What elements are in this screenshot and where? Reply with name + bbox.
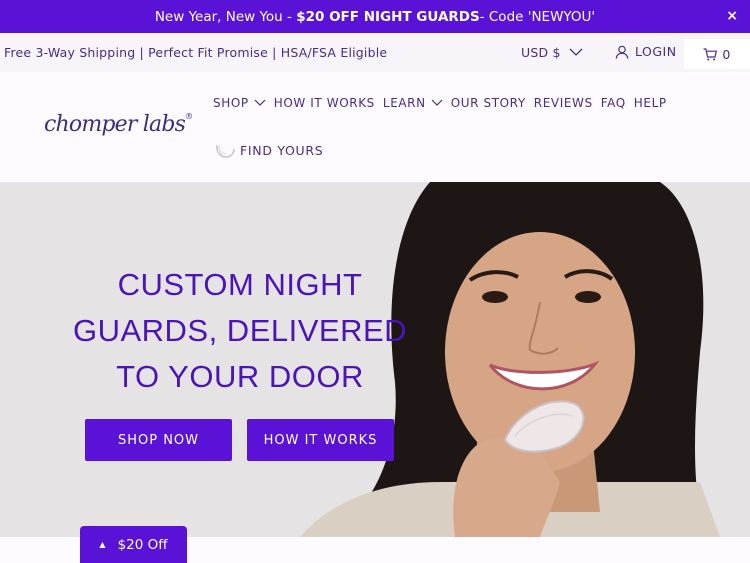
login-label: LOGIN (635, 44, 677, 59)
nav-item-how-it-works[interactable]: HOW IT WORKS (274, 96, 375, 110)
nav-label: HELP (633, 96, 667, 110)
announcement-highlight: $20 OFF NIGHT GUARDS (296, 8, 480, 25)
cart-icon (703, 47, 718, 60)
nav-item-our-story[interactable]: OUR STORY (451, 96, 526, 110)
nav-item-help[interactable]: HELP (634, 96, 667, 110)
nav-item-shop[interactable]: SHOP (213, 96, 266, 110)
close-icon[interactable]: × (726, 8, 738, 24)
how-it-works-button[interactable]: HOW IT WORKS (247, 419, 394, 461)
announcement-bar: New Year, New You - $20 OFF NIGHT GUARDS… (0, 0, 750, 33)
nav-label: OUR STORY (450, 96, 526, 110)
currency-selector[interactable]: USD $ (521, 45, 583, 60)
nav-item-faq[interactable]: FAQ (601, 96, 626, 110)
chevron-down-icon (254, 99, 266, 106)
cart-count: 0 (722, 46, 731, 62)
logo-text: chomper labs (44, 112, 186, 137)
find-yours-label: FIND YOURS (240, 142, 324, 158)
discount-tab[interactable]: ▲ $20 Off (80, 526, 187, 563)
nav-label: FAQ (600, 96, 626, 110)
headline-line: TO YOUR DOOR (116, 359, 364, 394)
announcement-suffix: - Code 'NEWYOU' (479, 8, 596, 25)
logo-registered-mark: ® (185, 112, 193, 121)
announcement-text: New Year, New You - $20 OFF NIGHT GUARDS… (155, 9, 595, 25)
chevron-down-icon (569, 48, 583, 56)
discount-label: $20 Off (117, 536, 168, 553)
nav-item-reviews[interactable]: REVIEWS (534, 96, 593, 110)
shop-now-button[interactable]: SHOP NOW (85, 419, 232, 461)
nav-label: SHOP (213, 96, 249, 110)
nav-label: HOW IT WORKS (273, 96, 375, 110)
cart-button[interactable]: 0 (684, 39, 750, 69)
hero-banner: CUSTOM NIGHT GUARDS, DELIVERED TO YOUR D… (0, 182, 750, 537)
caret-up-icon: ▲ (99, 540, 106, 549)
shipping-promise-text: Free 3-Way Shipping | Perfect Fit Promis… (4, 45, 388, 60)
announcement-prefix: New Year, New You - (154, 8, 297, 25)
nav-item-learn[interactable]: LEARN (383, 96, 443, 110)
night-guard-icon (216, 144, 235, 158)
nav-label: REVIEWS (533, 96, 593, 110)
headline-line: CUSTOM NIGHT (117, 267, 363, 302)
login-link[interactable]: LOGIN (615, 44, 677, 59)
nav-item-find-yours[interactable]: FIND YOURS (214, 141, 323, 159)
chomper-labs-logo[interactable]: chomper labs® (44, 112, 193, 137)
user-icon (615, 45, 629, 59)
hero-headline: CUSTOM NIGHT GUARDS, DELIVERED TO YOUR D… (70, 262, 410, 400)
chevron-down-icon (431, 99, 443, 106)
headline-line: GUARDS, DELIVERED (72, 313, 408, 348)
main-nav: SHOP HOW IT WORKS LEARN OUR STORY REVIEW… (213, 96, 675, 110)
utility-bar: Free 3-Way Shipping | Perfect Fit Promis… (0, 33, 750, 72)
nav-label: LEARN (382, 96, 426, 110)
site-header: chomper labs® SHOP HOW IT WORKS LEARN OU… (0, 72, 750, 182)
currency-label: USD $ (521, 45, 561, 60)
